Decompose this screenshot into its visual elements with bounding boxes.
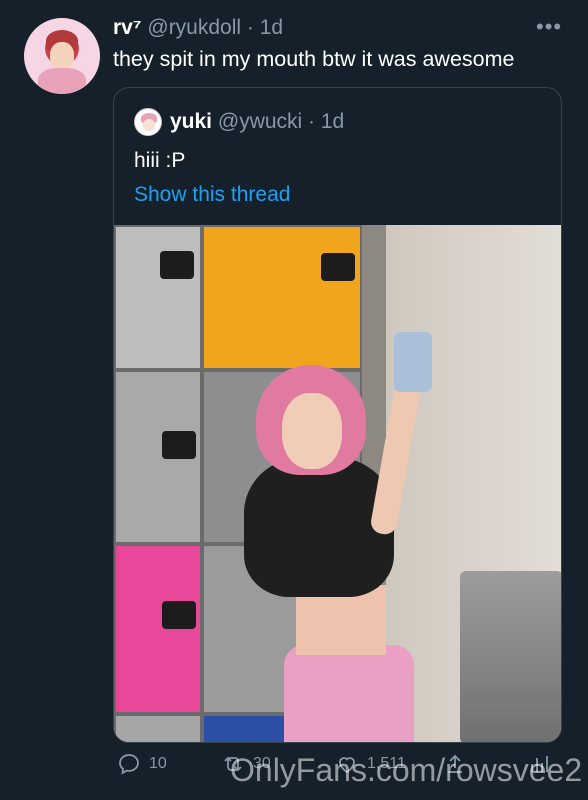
share-button[interactable]: [443, 752, 467, 776]
quoted-time[interactable]: · 1d: [308, 110, 344, 133]
more-options-icon[interactable]: •••: [536, 14, 562, 40]
reply-count: 10: [149, 755, 167, 772]
heart-icon: [339, 757, 355, 774]
locker-pink: [114, 544, 202, 714]
retweet-icon: [224, 756, 242, 772]
locker-lock-4: [162, 601, 196, 629]
like-button[interactable]: 1,511: [335, 752, 406, 776]
reply-button[interactable]: 10: [117, 752, 167, 776]
person-face: [282, 393, 342, 469]
reply-icon: [119, 754, 139, 775]
locker-lock-2: [321, 253, 355, 281]
analytics-icon: [531, 756, 548, 772]
retweet-count: 30: [253, 755, 271, 772]
quoted-photo[interactable]: [114, 225, 561, 742]
locker-lock-1: [160, 251, 194, 279]
share-icon: [448, 754, 462, 773]
retweet-button[interactable]: 30: [221, 752, 271, 776]
author-avatar[interactable]: [24, 18, 100, 94]
quoted-author-name[interactable]: yuki: [170, 110, 212, 133]
hand-dryer: [460, 571, 561, 742]
like-count: 1,511: [367, 755, 406, 772]
analytics-button[interactable]: [527, 752, 551, 776]
quoted-text: hiii :P: [134, 149, 186, 172]
author-handle[interactable]: @ryukdoll: [147, 16, 241, 39]
tweet-text: they spit in my mouth btw it was awesome: [113, 47, 515, 71]
locker-grey-bottom: [114, 714, 202, 742]
author-name[interactable]: rv⁷: [113, 16, 142, 39]
locker-grey-top: [114, 225, 202, 370]
tweet-actions: 10 30 1,511: [113, 752, 573, 782]
quoted-avatar-face: [143, 119, 155, 131]
quoted-author-handle[interactable]: @ywucki: [218, 110, 302, 133]
avatar-shirt: [38, 68, 86, 94]
show-thread-link[interactable]: Show this thread: [134, 181, 290, 209]
quoted-author-avatar[interactable]: [134, 108, 162, 136]
tweet-header: rv⁷ @ryukdoll · 1d: [113, 14, 283, 42]
quoted-tweet[interactable]: yuki @ywucki · 1d hiii :P Show this thre…: [113, 87, 562, 743]
person-pants: [284, 645, 414, 742]
phone-icon: [394, 332, 432, 392]
quoted-header: yuki @ywucki · 1d: [170, 108, 344, 136]
tweet-time[interactable]: · 1d: [247, 16, 283, 39]
locker-orange: [202, 225, 362, 370]
locker-lock-3: [162, 431, 196, 459]
avatar-face: [50, 42, 74, 70]
